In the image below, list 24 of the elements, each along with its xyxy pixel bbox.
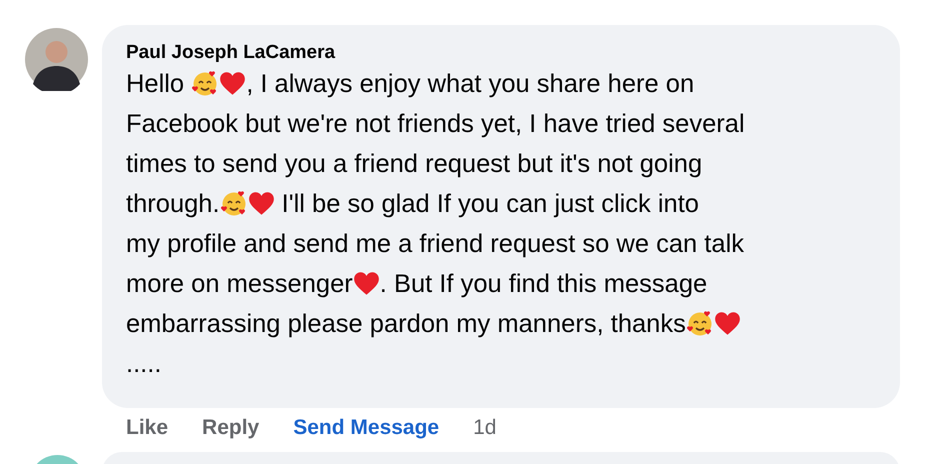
heart-icon [714,311,741,336]
author-name[interactable]: Paul Joseph LaCamera [126,40,336,66]
timestamp[interactable]: 1d [473,413,496,443]
heart-icon [352,271,380,296]
avatar[interactable] [25,28,88,91]
comment-text: . But If you find this message [380,270,708,298]
comment-text: embarrassing please pardon my manners, thanks [126,310,686,338]
comment-text: more on messenger [126,270,353,298]
smiling-face-with-hearts-icon [191,69,220,97]
comment-text: Facebook but we're not friends yet, I have tried several [126,110,745,138]
action-link[interactable]: Like [126,413,168,443]
comment-text: , I always enjoy what you share here on [246,70,694,98]
comment-text: my profile and send me a friend request so we can talk [126,230,744,258]
comment-text: through. [126,190,220,218]
heart-icon [219,71,246,96]
comment-text: Hello [126,70,186,98]
action-link[interactable]: Reply [202,413,260,443]
comment-text: I'll be so glad If you can just click into [280,190,699,218]
heart-icon [248,191,275,216]
smiling-face-with-hearts-icon [220,189,248,217]
comment-text: times to send you a friend request but it's not going [126,150,702,178]
send-message-link[interactable]: Send Message [293,413,440,443]
smiling-face-with-hearts-icon [686,309,714,337]
comment-text: ..... [126,350,162,378]
